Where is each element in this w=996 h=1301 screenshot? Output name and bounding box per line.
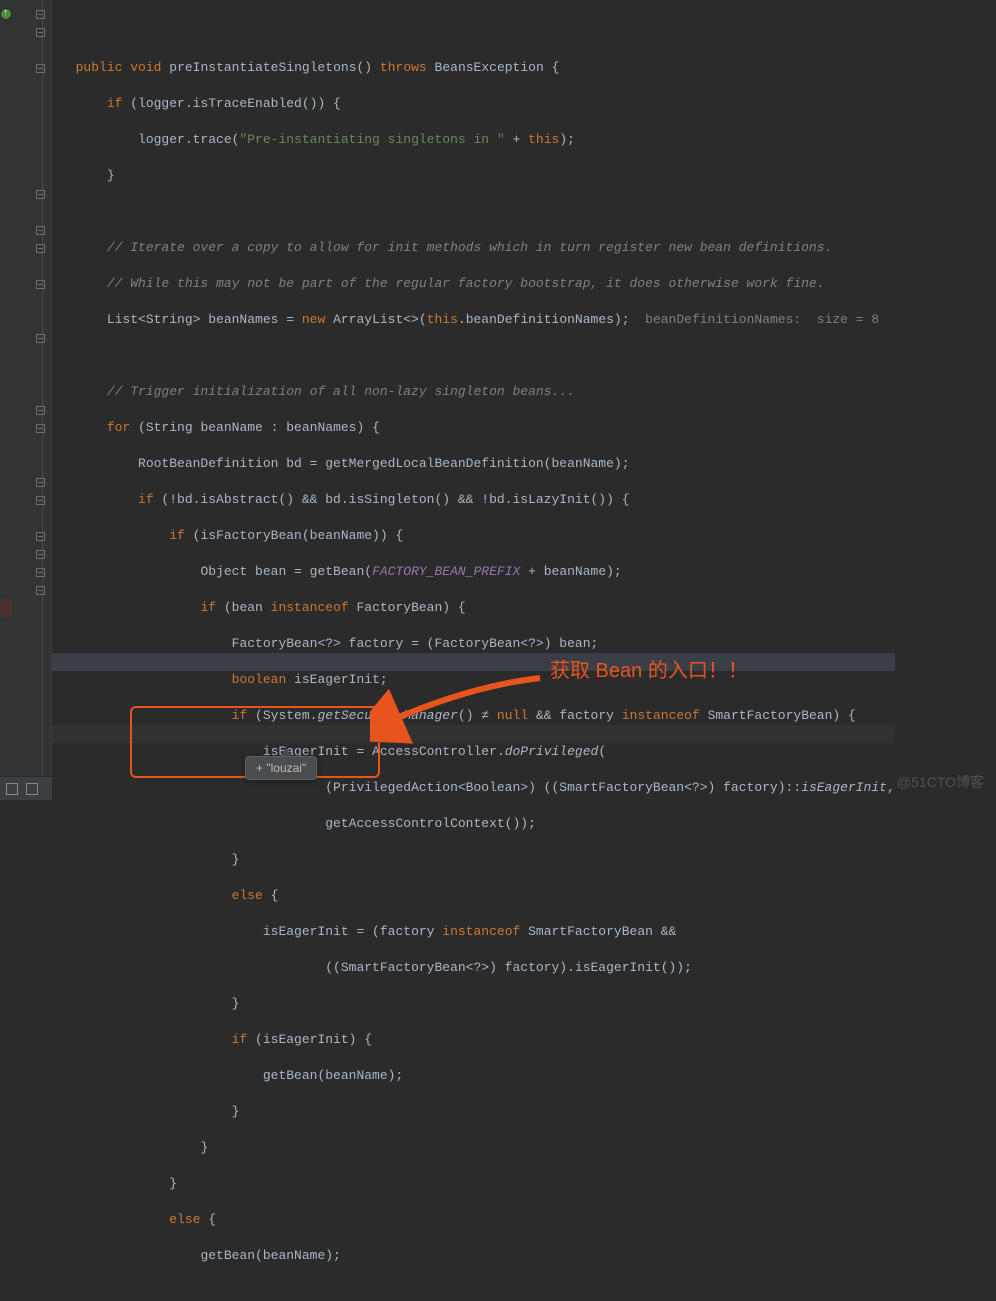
code-line: else {: [60, 1211, 895, 1229]
code-line: getAccessControlContext());: [60, 815, 895, 833]
fold-icon[interactable]: [36, 28, 45, 37]
watermark: @51CTO博客: [897, 772, 984, 792]
fold-icon[interactable]: [36, 64, 45, 73]
code-line: // Trigger initialization of all non-laz…: [60, 383, 895, 401]
code-line: }: [60, 167, 895, 185]
fold-icon[interactable]: [36, 550, 45, 559]
fold-icon[interactable]: [36, 226, 45, 235]
fold-icon[interactable]: [36, 478, 45, 487]
bottom-toolbar: [0, 776, 52, 800]
code-line: RootBeanDefinition bd = getMergedLocalBe…: [60, 455, 895, 473]
code-line: if (!bd.isAbstract() && bd.isSingleton()…: [60, 491, 895, 509]
fold-icon[interactable]: [36, 568, 45, 577]
code-line: }: [60, 851, 895, 869]
gutter: [0, 0, 52, 800]
code-line: ((SmartFactoryBean<?>) factory).isEagerI…: [60, 959, 895, 977]
code-line: }: [60, 1139, 895, 1157]
code-line: if (bean instanceof FactoryBean) {: [60, 599, 895, 617]
tooltip-arrow-icon: [280, 748, 292, 756]
debug-value-tooltip[interactable]: + "louzai": [245, 756, 317, 780]
override-marker-icon[interactable]: [0, 8, 12, 20]
code-line: // While this may not be part of the reg…: [60, 275, 895, 293]
code-line: isEagerInit = (factory instanceof SmartF…: [60, 923, 895, 941]
code-line: FactoryBean<?> factory = (FactoryBean<?>…: [60, 635, 895, 653]
code-line: logger.trace("Pre-instantiating singleto…: [60, 131, 895, 149]
fold-icon[interactable]: [36, 244, 45, 253]
code-line: List<String> beanNames = new ArrayList<>…: [60, 311, 895, 329]
code-line: }: [60, 1103, 895, 1121]
code-line: getBean(beanName);: [60, 1067, 895, 1085]
code-line: // Iterate over a copy to allow for init…: [60, 239, 895, 257]
code-line: (PrivilegedAction<Boolean>) ((SmartFacto…: [60, 779, 895, 797]
fold-icon[interactable]: [36, 190, 45, 199]
structure-icon[interactable]: [6, 783, 18, 795]
caret-line-highlight: [52, 653, 895, 671]
code-line: getBean(beanName);: [60, 1247, 895, 1265]
code-line: }: [60, 995, 895, 1013]
code-line: boolean isEagerInit;: [60, 671, 895, 689]
code-line: }: [60, 1175, 895, 1193]
code-line: public void preInstantiateSingletons() t…: [60, 59, 895, 77]
code-line: if (isFactoryBean(beanName)) {: [60, 527, 895, 545]
code-line: [60, 203, 895, 221]
fold-icon[interactable]: [36, 10, 45, 19]
fold-icon[interactable]: [36, 280, 45, 289]
code-content[interactable]: public void preInstantiateSingletons() t…: [52, 0, 895, 800]
code-line: else {: [60, 887, 895, 905]
fold-icon[interactable]: [36, 532, 45, 541]
code-line: [60, 347, 895, 365]
table-icon[interactable]: [26, 783, 38, 795]
fold-icon[interactable]: [36, 334, 45, 343]
breakpoint-icon[interactable]: [0, 599, 12, 617]
code-editor[interactable]: public void preInstantiateSingletons() t…: [0, 0, 996, 800]
code-line: if (isEagerInit) {: [60, 1031, 895, 1049]
code-line: Object bean = getBean(FACTORY_BEAN_PREFI…: [60, 563, 895, 581]
fold-icon[interactable]: [36, 586, 45, 595]
plus-icon: +: [256, 761, 263, 775]
fold-icon[interactable]: [36, 424, 45, 433]
code-line: for (String beanName : beanNames) {: [60, 419, 895, 437]
fold-icon[interactable]: [36, 406, 45, 415]
code-line: if (logger.isTraceEnabled()) {: [60, 95, 895, 113]
fold-icon[interactable]: [36, 496, 45, 505]
